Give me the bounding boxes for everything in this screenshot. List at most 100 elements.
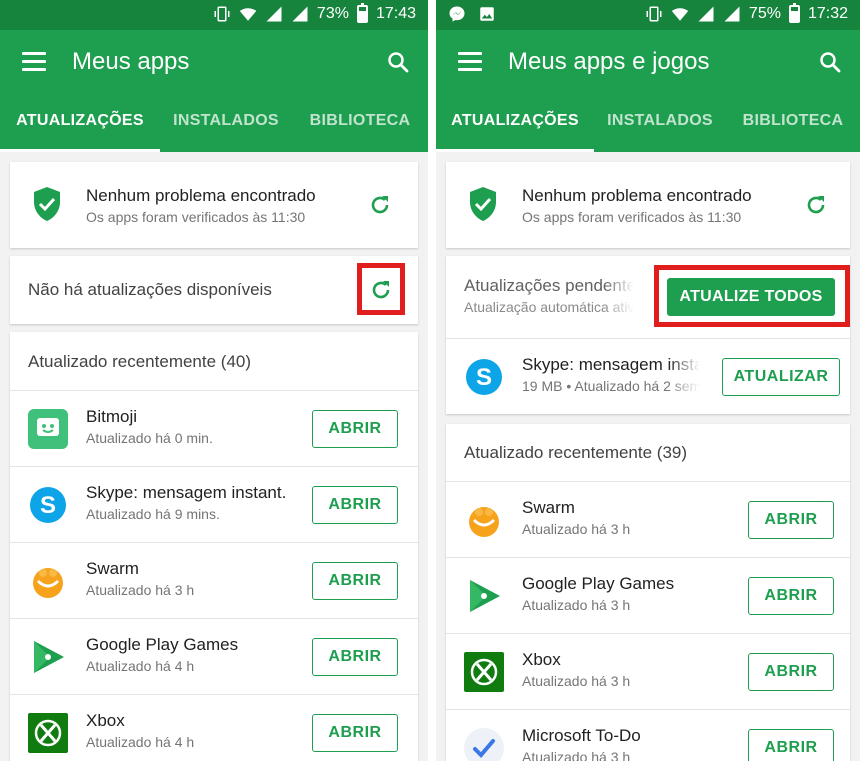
app-meta: Atualizado há 3 h (86, 582, 195, 598)
svg-text:S: S (40, 492, 56, 519)
recent-header: Atualizado recentemente (39) (464, 443, 688, 462)
app-name: Microsoft To-Do (522, 726, 641, 745)
battery-icon (356, 3, 368, 23)
tab-updates[interactable]: ATUALIZAÇÕES (436, 96, 594, 152)
shield-check-icon (34, 187, 60, 221)
protect-title: Nenhum problema encontrado (522, 186, 752, 205)
gallery-icon (480, 7, 494, 21)
tab-installed[interactable]: INSTALADOS (594, 96, 726, 152)
clock: 17:32 (807, 5, 848, 22)
todo-icon (464, 728, 504, 761)
refresh-icon[interactable] (368, 193, 392, 217)
app-meta: Atualizado há 3 h (522, 673, 631, 689)
list-item[interactable]: Xbox Atualizado há 4 h ABRIR (10, 694, 418, 761)
messenger-icon (449, 6, 465, 22)
app-name: Skype: mensagem instantânea (522, 355, 700, 374)
open-button[interactable]: ABRIR (312, 714, 398, 752)
menu-icon[interactable] (22, 52, 46, 71)
clock: 17:43 (375, 5, 416, 22)
app-meta: Atualizado há 3 h (522, 597, 631, 613)
recent-header: Atualizado recentemente (40) (28, 352, 252, 371)
app-bar: Meus apps (0, 30, 428, 96)
tab-updates[interactable]: ATUALIZAÇÕES (0, 96, 160, 152)
battery-icon (788, 3, 800, 23)
xbox-icon (28, 713, 68, 753)
list-item[interactable]: S Skype: mensagem instantânea 19 MB • At… (446, 338, 850, 414)
app-meta: Atualizado há 3 h (522, 521, 631, 537)
refresh-updates-icon[interactable] (369, 278, 393, 302)
recent-card: Atualizado recentemente (39) Swarm Atual… (446, 424, 850, 761)
app-name: Google Play Games (86, 635, 239, 654)
svg-text:S: S (476, 364, 492, 391)
list-item[interactable]: Google Play Games Atualizado há 4 h ABRI… (10, 618, 418, 694)
left-screen: 73% 17:43 Meus apps ATUALIZAÇÕES INSTALA… (0, 0, 428, 761)
update-button[interactable]: ATUALIZAR (722, 358, 840, 396)
skype-icon: S (464, 357, 504, 397)
tab-bar: ATUALIZAÇÕES INSTALADOS BIBLIOTECA (0, 96, 428, 152)
play-games-icon (464, 576, 504, 616)
app-meta: Atualizado há 4 h (86, 658, 195, 674)
app-meta: Atualizado há 4 h (86, 734, 195, 750)
swarm-icon (28, 561, 68, 601)
play-protect-card: Nenhum problema encontrado Os apps foram… (10, 162, 418, 248)
skype-icon: S (28, 485, 68, 525)
status-bar: 75% 17:32 (436, 0, 860, 30)
tab-library[interactable]: BIBLIOTECA (726, 96, 860, 152)
play-protect-card: Nenhum problema encontrado Os apps foram… (446, 162, 850, 248)
open-button[interactable]: ABRIR (748, 501, 834, 539)
refresh-icon[interactable] (804, 193, 828, 217)
list-item[interactable]: Swarm Atualizado há 3 h ABRIR (446, 481, 850, 557)
wifi-icon (671, 8, 689, 21)
open-button[interactable]: ABRIR (748, 577, 834, 615)
open-button[interactable]: ABRIR (312, 562, 398, 600)
app-name: Swarm (86, 559, 139, 578)
list-item[interactable]: Google Play Games Atualizado há 3 h ABRI… (446, 557, 850, 633)
no-updates-label: Não há atualizações disponíveis (28, 280, 272, 299)
app-name: Xbox (86, 711, 125, 730)
app-name: Xbox (522, 650, 561, 669)
app-meta: 19 MB • Atualizado há 2 semanas (522, 378, 700, 394)
open-button[interactable]: ABRIR (748, 729, 834, 761)
play-games-icon (28, 637, 68, 677)
open-button[interactable]: ABRIR (312, 638, 398, 676)
recent-card: Atualizado recentemente (40) Bitmoji Atu… (10, 332, 418, 761)
battery-percent: 73% (316, 5, 349, 22)
protect-title: Nenhum problema encontrado (86, 186, 316, 205)
pending-subtitle: Atualização automática ativada (464, 299, 634, 315)
list-item[interactable]: Bitmoji Atualizado há 0 min. ABRIR (10, 390, 418, 466)
open-button[interactable]: ABRIR (312, 410, 398, 448)
app-name: Bitmoji (86, 407, 138, 426)
open-button[interactable]: ABRIR (312, 486, 398, 524)
protect-subtitle: Os apps foram verificados às 11:30 (86, 209, 306, 225)
list-item[interactable]: Swarm Atualizado há 3 h ABRIR (10, 542, 418, 618)
vibrate-icon (214, 6, 230, 22)
search-icon[interactable] (386, 50, 410, 74)
app-bar: Meus apps e jogos (436, 30, 860, 96)
tab-library[interactable]: BIBLIOTECA (292, 96, 428, 152)
tab-installed[interactable]: INSTALADOS (160, 96, 292, 152)
vibrate-icon (646, 6, 662, 22)
no-updates-card: Não há atualizações disponíveis (10, 256, 418, 324)
wifi-icon (239, 8, 257, 21)
signal-icon-2 (292, 6, 308, 22)
app-meta: Atualizado há 9 mins. (86, 506, 220, 522)
battery-percent: 75% (748, 5, 781, 22)
app-meta: Atualizado há 3 h (522, 749, 631, 761)
swarm-icon (464, 500, 504, 540)
page-title: Meus apps (72, 48, 190, 75)
pending-title: Atualizações pendentes (464, 276, 634, 295)
app-name: Skype: mensagem instant... (86, 483, 286, 502)
pending-updates-card: Atualizações pendentes Atualização autom… (446, 256, 850, 414)
list-item[interactable]: Xbox Atualizado há 3 h ABRIR (446, 633, 850, 709)
tab-bar: ATUALIZAÇÕES INSTALADOS BIBLIOTECA (436, 96, 860, 152)
menu-icon[interactable] (458, 52, 482, 71)
update-all-button[interactable]: ATUALIZE TODOS (667, 278, 835, 316)
open-button[interactable]: ABRIR (748, 653, 834, 691)
signal-icon (266, 6, 282, 22)
search-icon[interactable] (818, 50, 842, 74)
app-meta: Atualizado há 0 min. (86, 430, 213, 446)
protect-subtitle: Os apps foram verificados às 11:30 (522, 209, 742, 225)
list-item[interactable]: S Skype: mensagem instant... Atualizado … (10, 466, 418, 542)
list-item[interactable]: Microsoft To-Do Atualizado há 3 h ABRIR (446, 709, 850, 761)
signal-icon-2 (724, 6, 740, 22)
